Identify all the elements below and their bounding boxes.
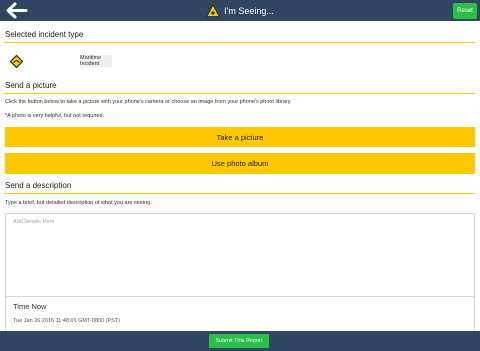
details-placeholder: Add Details Here [13, 219, 55, 225]
top-bar: I'm Seeing... Reset [0, 0, 480, 21]
section-divider [4, 42, 475, 43]
description-section-title: Send a description [5, 181, 72, 190]
use-photo-album-button[interactable]: Use photo album [5, 153, 475, 174]
section-divider [4, 193, 475, 194]
take-picture-button[interactable]: Take a picture [5, 127, 475, 147]
warning-icon [206, 3, 220, 17]
incident-section-title: Selected incident type [5, 30, 84, 39]
time-label: Time Now [13, 302, 47, 311]
details-textarea[interactable]: Add Details Here Time Now Tue Jan 26 201… [5, 213, 475, 331]
incident-type-label: Maritime Incident [80, 55, 112, 67]
page-title: I'm Seeing... [224, 5, 274, 16]
picture-instructions: Click the button below to take a picture… [5, 99, 292, 105]
time-value: Tue Jan 26 2016 11:48:01 GMT-0800 (PST) [13, 318, 121, 324]
warning-diamond-icon [10, 55, 23, 68]
section-divider [4, 93, 475, 94]
picture-section-title: Send a picture [5, 81, 57, 90]
bottom-bar: Submit This Report [0, 331, 480, 351]
details-divider [6, 296, 474, 297]
description-instructions: Type a brief, but detailed description o… [5, 200, 152, 206]
picture-note: *A photo is very helpful, but not requir… [5, 113, 105, 119]
header-title-group: I'm Seeing... [0, 0, 480, 21]
submit-report-button[interactable]: Submit This Report [209, 334, 269, 348]
reset-button[interactable]: Reset [453, 3, 477, 19]
